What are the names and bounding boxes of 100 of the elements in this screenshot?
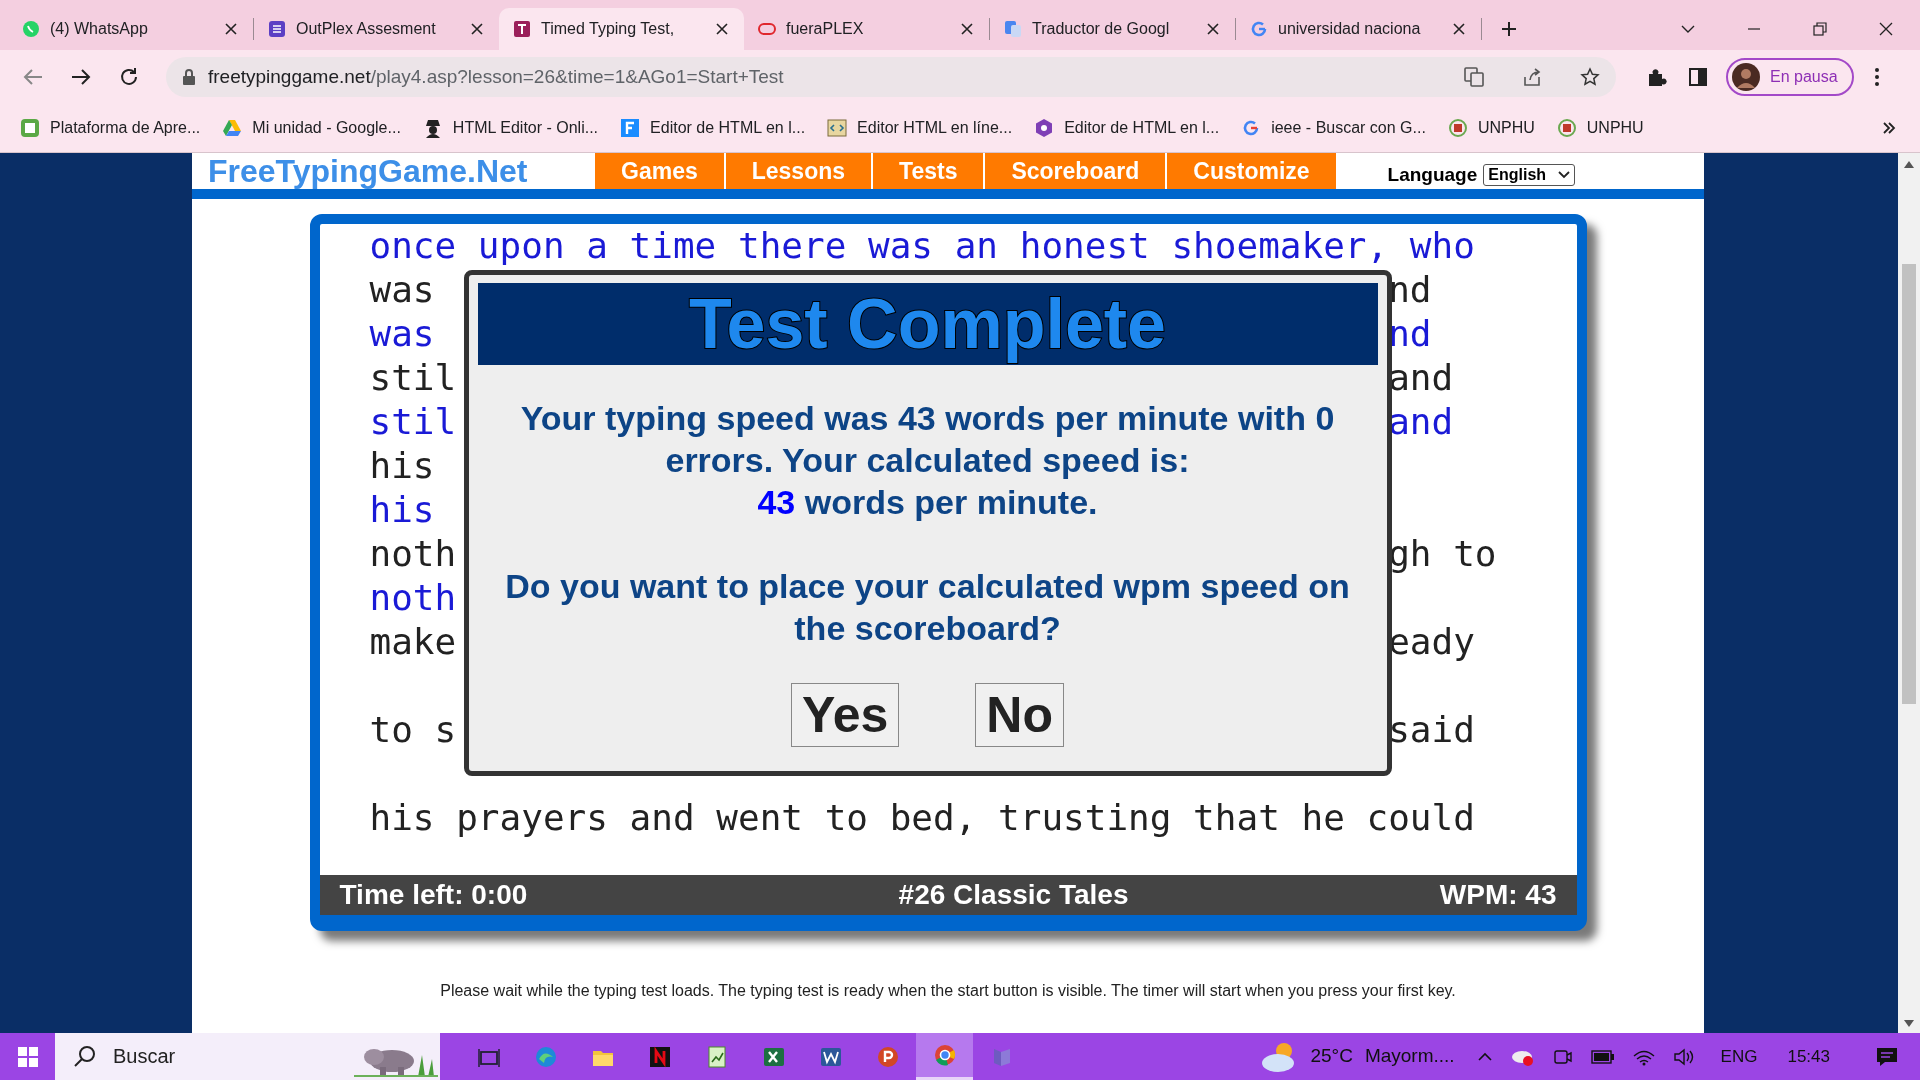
scrollbar-thumb[interactable]	[1902, 264, 1916, 704]
more-options-icon[interactable]	[1873, 67, 1880, 87]
typed-text: once upon a time there was an honest shoemaker, who	[369, 225, 1475, 266]
close-icon[interactable]	[959, 21, 975, 37]
bookmark-item[interactable]: Editor de HTML en l...	[620, 116, 806, 140]
browser-tab[interactable]: Timed Typing Test,	[499, 8, 744, 50]
speaker-icon[interactable]	[1672, 1047, 1695, 1066]
time-left-text: Time left: 0:00	[339, 878, 528, 912]
wpm-text: WPM: 43	[1439, 878, 1557, 912]
edge-browser-icon[interactable]	[534, 1045, 557, 1068]
slides-icon[interactable]	[876, 1045, 899, 1068]
chart-sheet-icon[interactable]	[705, 1045, 728, 1068]
letter-f-icon	[620, 118, 641, 138]
close-icon[interactable]	[1205, 21, 1221, 37]
lesson-title: #26 Classic Tales	[898, 878, 1129, 912]
sidebar-icon[interactable]	[1688, 67, 1708, 87]
close-icon[interactable]	[223, 21, 239, 37]
double-chevron-icon[interactable]	[1882, 121, 1896, 135]
chrome-icon[interactable]	[933, 1044, 956, 1066]
result-message: Your typing speed was 43 words per minute with 0 errors. Your calculated speed is:	[519, 398, 1336, 481]
language-indicator[interactable]: ENG	[1720, 1043, 1758, 1070]
tab-title: universidad naciona	[1278, 19, 1422, 39]
passage-text: was	[369, 269, 435, 310]
browser-tab[interactable]: OutPlex Assesment	[254, 8, 499, 50]
tab-title: Traductor de Googl	[1032, 19, 1171, 39]
down-arrow-icon[interactable]	[1904, 1020, 1914, 1028]
passage-text: stil	[369, 357, 457, 398]
tab-title: fueraPLEX	[786, 19, 865, 39]
dialog-button[interactable]: Yes	[791, 683, 900, 747]
passage-text: make	[369, 621, 457, 662]
bookmark-item[interactable]: HTML Editor - Onli...	[422, 116, 599, 140]
puzzle-icon[interactable]	[1646, 66, 1668, 88]
close-icon[interactable]	[469, 21, 485, 37]
browser-tab[interactable]: Traductor de Googl	[990, 8, 1235, 50]
chevron-down-icon	[1558, 170, 1571, 179]
bookmark-item[interactable]: Editor de HTML en l...	[1034, 116, 1220, 140]
list-icon	[268, 20, 286, 38]
passage-text: said	[1388, 708, 1475, 752]
tab-title: OutPlex Assesment	[296, 19, 437, 39]
passage-text: to s	[369, 709, 457, 750]
close-icon[interactable]	[1451, 21, 1467, 37]
tab-title: Timed Typing Test,	[541, 19, 676, 39]
close-icon[interactable]	[714, 21, 730, 37]
google-g-icon	[1250, 20, 1268, 38]
scoreboard-question: Do you want to place your calculated wpm speed on the scoreboard?	[504, 566, 1351, 649]
hexagon-icon	[1034, 118, 1055, 138]
language-label: Language	[1387, 162, 1478, 187]
browser-tab[interactable]: universidad naciona	[1236, 8, 1481, 50]
weather-text[interactable]: Mayorm....	[1364, 1042, 1455, 1071]
passage-text: nd	[1388, 268, 1432, 312]
passage-text: gh to	[1388, 532, 1497, 576]
crest-icon	[1447, 118, 1468, 138]
typed-text: and	[1388, 400, 1454, 444]
typed-text: nd	[1388, 312, 1432, 356]
bookmark-item[interactable]: ieee - Buscar con G...	[1241, 116, 1426, 140]
letter-t-icon	[513, 20, 531, 38]
temperature-text[interactable]: 25°C	[1310, 1042, 1353, 1071]
spreadsheet-icon[interactable]	[762, 1045, 785, 1068]
typed-text: stil	[369, 401, 457, 442]
typed-text: noth	[369, 577, 457, 618]
typed-text: his	[369, 489, 435, 530]
passage-text: eady	[1388, 620, 1475, 664]
passage-text: his prayers and went to bed, trusting that he could	[369, 797, 1475, 838]
lock-icon	[182, 69, 196, 85]
up-arrow-icon[interactable]	[1904, 160, 1914, 168]
profile-button[interactable]: En pausa	[1726, 58, 1854, 96]
search-icon	[73, 1044, 97, 1068]
avatar-icon	[1732, 63, 1760, 91]
browser-tab[interactable]: fueraPLEX	[744, 8, 989, 50]
grid-logo-icon	[20, 118, 40, 138]
address-bar[interactable]: freetypinggame.net/play4.asp?lesson=26&time=1&AGo1=Start+Test	[166, 57, 1616, 97]
bookmark-item[interactable]: UNPHU	[1556, 116, 1644, 140]
clock-text[interactable]: 15:43	[1787, 1043, 1830, 1070]
passage-text: noth	[369, 533, 457, 574]
notification-icon[interactable]	[1876, 1046, 1898, 1067]
star-icon[interactable]	[1580, 67, 1600, 87]
restore-icon[interactable]	[1812, 21, 1828, 37]
reload-icon[interactable]	[118, 66, 140, 88]
bookmark-item[interactable]: Mi unidad - Google...	[222, 116, 401, 140]
passage-text: and	[1388, 356, 1454, 400]
crest-icon	[1556, 118, 1577, 138]
close-icon[interactable]	[1878, 21, 1894, 37]
browser-tab[interactable]: (4) WhatsApp	[8, 8, 253, 50]
typed-text: was	[369, 313, 435, 354]
url-text: freetypinggame.net/play4.asp?lesson=26&time=1&AGo1=Start+Test	[208, 64, 785, 89]
new-tab-icon[interactable]	[1500, 20, 1518, 38]
bookmark-item[interactable]: Plataforma de Apre...	[20, 116, 201, 140]
bookmark-item[interactable]: UNPHU	[1447, 116, 1535, 140]
battery-icon[interactable]	[1590, 1049, 1615, 1064]
loading-note: Please wait while the typing test loads. The typing test is ready when the start button is visible. The timer will start when you press your first key.	[440, 981, 1456, 1001]
language-select[interactable]: English	[1483, 163, 1576, 186]
speed-result: 43 words per minute.	[756, 482, 1099, 523]
scrollbar[interactable]	[1898, 153, 1920, 1033]
drive-triangle-icon	[222, 118, 243, 138]
document-icon[interactable]	[819, 1045, 842, 1068]
chat-bubble-icon	[22, 20, 40, 38]
dialog-button[interactable]: No	[975, 683, 1064, 747]
share-icon[interactable]	[1522, 67, 1542, 87]
tab-title: (4) WhatsApp	[50, 19, 149, 39]
bookmark-item[interactable]: Editor HTML en líne...	[827, 116, 1013, 140]
